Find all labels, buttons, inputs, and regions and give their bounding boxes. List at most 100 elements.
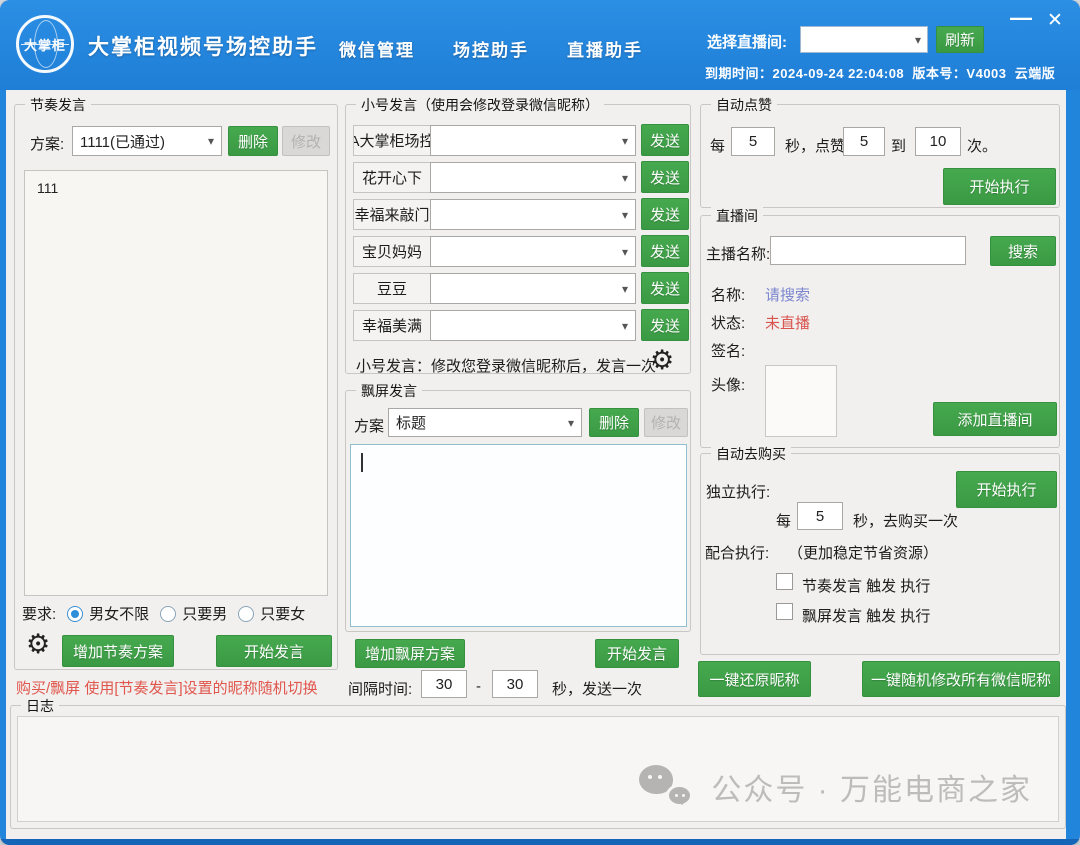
watermark-text: 公众号 · 万能电商之家 xyxy=(711,765,1032,809)
floatscreen-speech-group: 飘屏发言 方案 标题 ▾ 删除 修改 xyxy=(345,390,691,632)
add-live-room-button[interactable]: 添加直播间 xyxy=(933,402,1057,436)
floatscreen-plan-dropdown[interactable]: 标题 ▾ xyxy=(388,408,582,437)
auto-like-start-button[interactable]: 开始执行 xyxy=(943,168,1056,205)
interval-min-input[interactable] xyxy=(421,670,467,698)
interval-max-input[interactable] xyxy=(492,670,538,698)
room-avatar-label: 头像: xyxy=(711,374,745,395)
rhythm-group-title: 节奏发言 xyxy=(25,95,91,115)
send-button[interactable]: 发送 xyxy=(641,309,689,341)
radio-icon[interactable] xyxy=(160,606,176,622)
live-room-title: 直播间 xyxy=(711,206,763,226)
independent-exec-label: 独立执行: xyxy=(706,481,770,502)
nickname-switch-hint: 购买/飘屏 使用[节奏发言]设置的昵称随机切换 xyxy=(16,677,318,698)
chevron-down-icon: ▾ xyxy=(622,134,628,148)
room-signature-label: 签名: xyxy=(711,340,745,361)
rhythm-delete-button[interactable]: 删除 xyxy=(228,126,278,156)
like-to-label: 到 xyxy=(891,135,906,156)
account-message-dropdown[interactable]: ▾ xyxy=(430,199,636,230)
search-button[interactable]: 搜索 xyxy=(990,236,1056,266)
room-name-value: 请搜索 xyxy=(765,284,810,305)
floatscreen-plan-label: 方案 xyxy=(354,415,384,436)
floatscreen-text-area[interactable] xyxy=(350,444,687,627)
rhythm-start-speaking-button[interactable]: 开始发言 xyxy=(216,635,332,667)
radio-label: 男女不限 xyxy=(89,603,149,624)
randomize-nickname-button[interactable]: 一键随机修改所有微信昵称 xyxy=(862,661,1060,697)
auto-like-title: 自动点赞 xyxy=(711,95,777,115)
account-message-dropdown[interactable]: ▾ xyxy=(430,125,636,156)
add-rhythm-plan-button[interactable]: 增加节奏方案 xyxy=(62,635,174,667)
gender-requirement-row: 要求: 男女不限 只要男 只要女 xyxy=(22,603,332,624)
send-button[interactable]: 发送 xyxy=(641,198,689,230)
account-message-dropdown[interactable]: ▾ xyxy=(430,310,636,341)
add-floatscreen-plan-button[interactable]: 增加飘屏方案 xyxy=(355,639,465,668)
send-button[interactable]: 发送 xyxy=(641,272,689,304)
account-name: A大掌柜场控 xyxy=(353,125,431,156)
like-interval-input[interactable] xyxy=(731,127,775,156)
account-message-dropdown[interactable]: ▾ xyxy=(430,236,636,267)
avatar xyxy=(765,365,837,437)
room-name-label: 名称: xyxy=(711,284,745,305)
like-count-min-input[interactable] xyxy=(843,127,885,156)
rhythm-plan-label: 方案: xyxy=(30,133,64,154)
checkbox-floatscreen-trigger[interactable] xyxy=(776,603,793,620)
send-button[interactable]: 发送 xyxy=(641,235,689,267)
rhythm-plan-list[interactable]: 111 xyxy=(24,170,328,596)
floatscreen-modify-button[interactable]: 修改 xyxy=(644,408,688,437)
list-item[interactable]: 111 xyxy=(25,171,327,205)
radio-icon[interactable] xyxy=(238,606,254,622)
menu-item-live-assistant[interactable]: 直播助手 xyxy=(567,36,643,61)
like-suffix-label: 次。 xyxy=(967,135,997,156)
floatscreen-delete-button[interactable]: 删除 xyxy=(589,408,639,437)
account-name: 花开心下 xyxy=(353,162,431,193)
account-message-dropdown[interactable]: ▾ xyxy=(430,162,636,193)
menu-item-field-control[interactable]: 场控助手 xyxy=(453,36,529,61)
send-button[interactable]: 发送 xyxy=(641,161,689,193)
interval-label: 间隔时间: xyxy=(348,678,412,699)
titlebar: 大掌柜 大掌柜视频号场控助手 微信管理 场控助手 直播助手 选择直播间: ▾ 刷… xyxy=(0,0,1080,90)
log-output[interactable]: 公众号 · 万能电商之家 xyxy=(17,716,1059,822)
version-label: 版本号： xyxy=(912,66,966,81)
rhythm-plan-dropdown[interactable]: 1111(已通过) ▾ xyxy=(72,126,222,156)
watermark: 公众号 · 万能电商之家 xyxy=(639,765,1032,809)
floatscreen-start-speaking-button[interactable]: 开始发言 xyxy=(595,639,679,668)
text-caret xyxy=(361,453,363,472)
coop-exec-label: 配合执行: xyxy=(705,542,769,563)
menu-item-wechat-manage[interactable]: 微信管理 xyxy=(339,36,415,61)
radio-selected-icon[interactable] xyxy=(67,606,83,622)
room-select-label: 选择直播间: xyxy=(707,31,787,52)
checkbox-rhythm-trigger[interactable] xyxy=(776,573,793,590)
buy-every-label: 每 xyxy=(776,510,791,531)
refresh-button[interactable]: 刷新 xyxy=(936,26,984,53)
auto-buy-start-button[interactable]: 开始执行 xyxy=(956,471,1057,508)
log-group: 日志 公众号 · 万能电商之家 xyxy=(10,705,1066,829)
interval-dash: - xyxy=(476,678,481,695)
buy-interval-input[interactable] xyxy=(797,502,843,530)
anchor-name-label: 主播名称: xyxy=(706,243,770,264)
checkbox-rhythm-trigger-label: 节奏发言 触发 执行 xyxy=(802,575,930,596)
radio-gender-any[interactable]: 男女不限 xyxy=(67,603,149,624)
expiry-label: 到期时间： xyxy=(705,66,773,81)
account-message-dropdown[interactable]: ▾ xyxy=(430,273,636,304)
app-logo-text: 大掌柜 xyxy=(24,35,66,54)
gear-icon[interactable]: ⚙ xyxy=(650,347,674,374)
room-select-dropdown[interactable]: ▾ xyxy=(800,26,928,53)
restore-nickname-button[interactable]: 一键还原昵称 xyxy=(698,661,811,697)
send-button[interactable]: 发送 xyxy=(641,124,689,156)
edition-badge: 云端版 xyxy=(1015,66,1056,81)
anchor-name-input[interactable] xyxy=(770,236,966,265)
requirement-label: 要求: xyxy=(22,603,56,624)
minimize-button[interactable]: — xyxy=(1006,8,1036,34)
floatscreen-plan-value: 标题 xyxy=(396,412,426,433)
app-logo: 大掌柜 xyxy=(16,15,74,73)
like-every-label: 每 xyxy=(710,135,725,156)
log-title: 日志 xyxy=(21,696,59,716)
gear-icon[interactable]: ⚙ xyxy=(26,631,50,658)
rhythm-modify-button[interactable]: 修改 xyxy=(282,126,330,156)
like-count-max-input[interactable] xyxy=(915,127,961,156)
expiry-value: 2024-09-24 22:04:08 xyxy=(773,66,905,81)
chevron-down-icon: ▾ xyxy=(915,33,921,47)
buy-suffix-label: 秒，去购买一次 xyxy=(853,510,958,531)
radio-gender-male[interactable]: 只要男 xyxy=(160,603,227,624)
radio-gender-female[interactable]: 只要女 xyxy=(238,603,305,624)
close-button[interactable]: ✕ xyxy=(1040,8,1070,34)
